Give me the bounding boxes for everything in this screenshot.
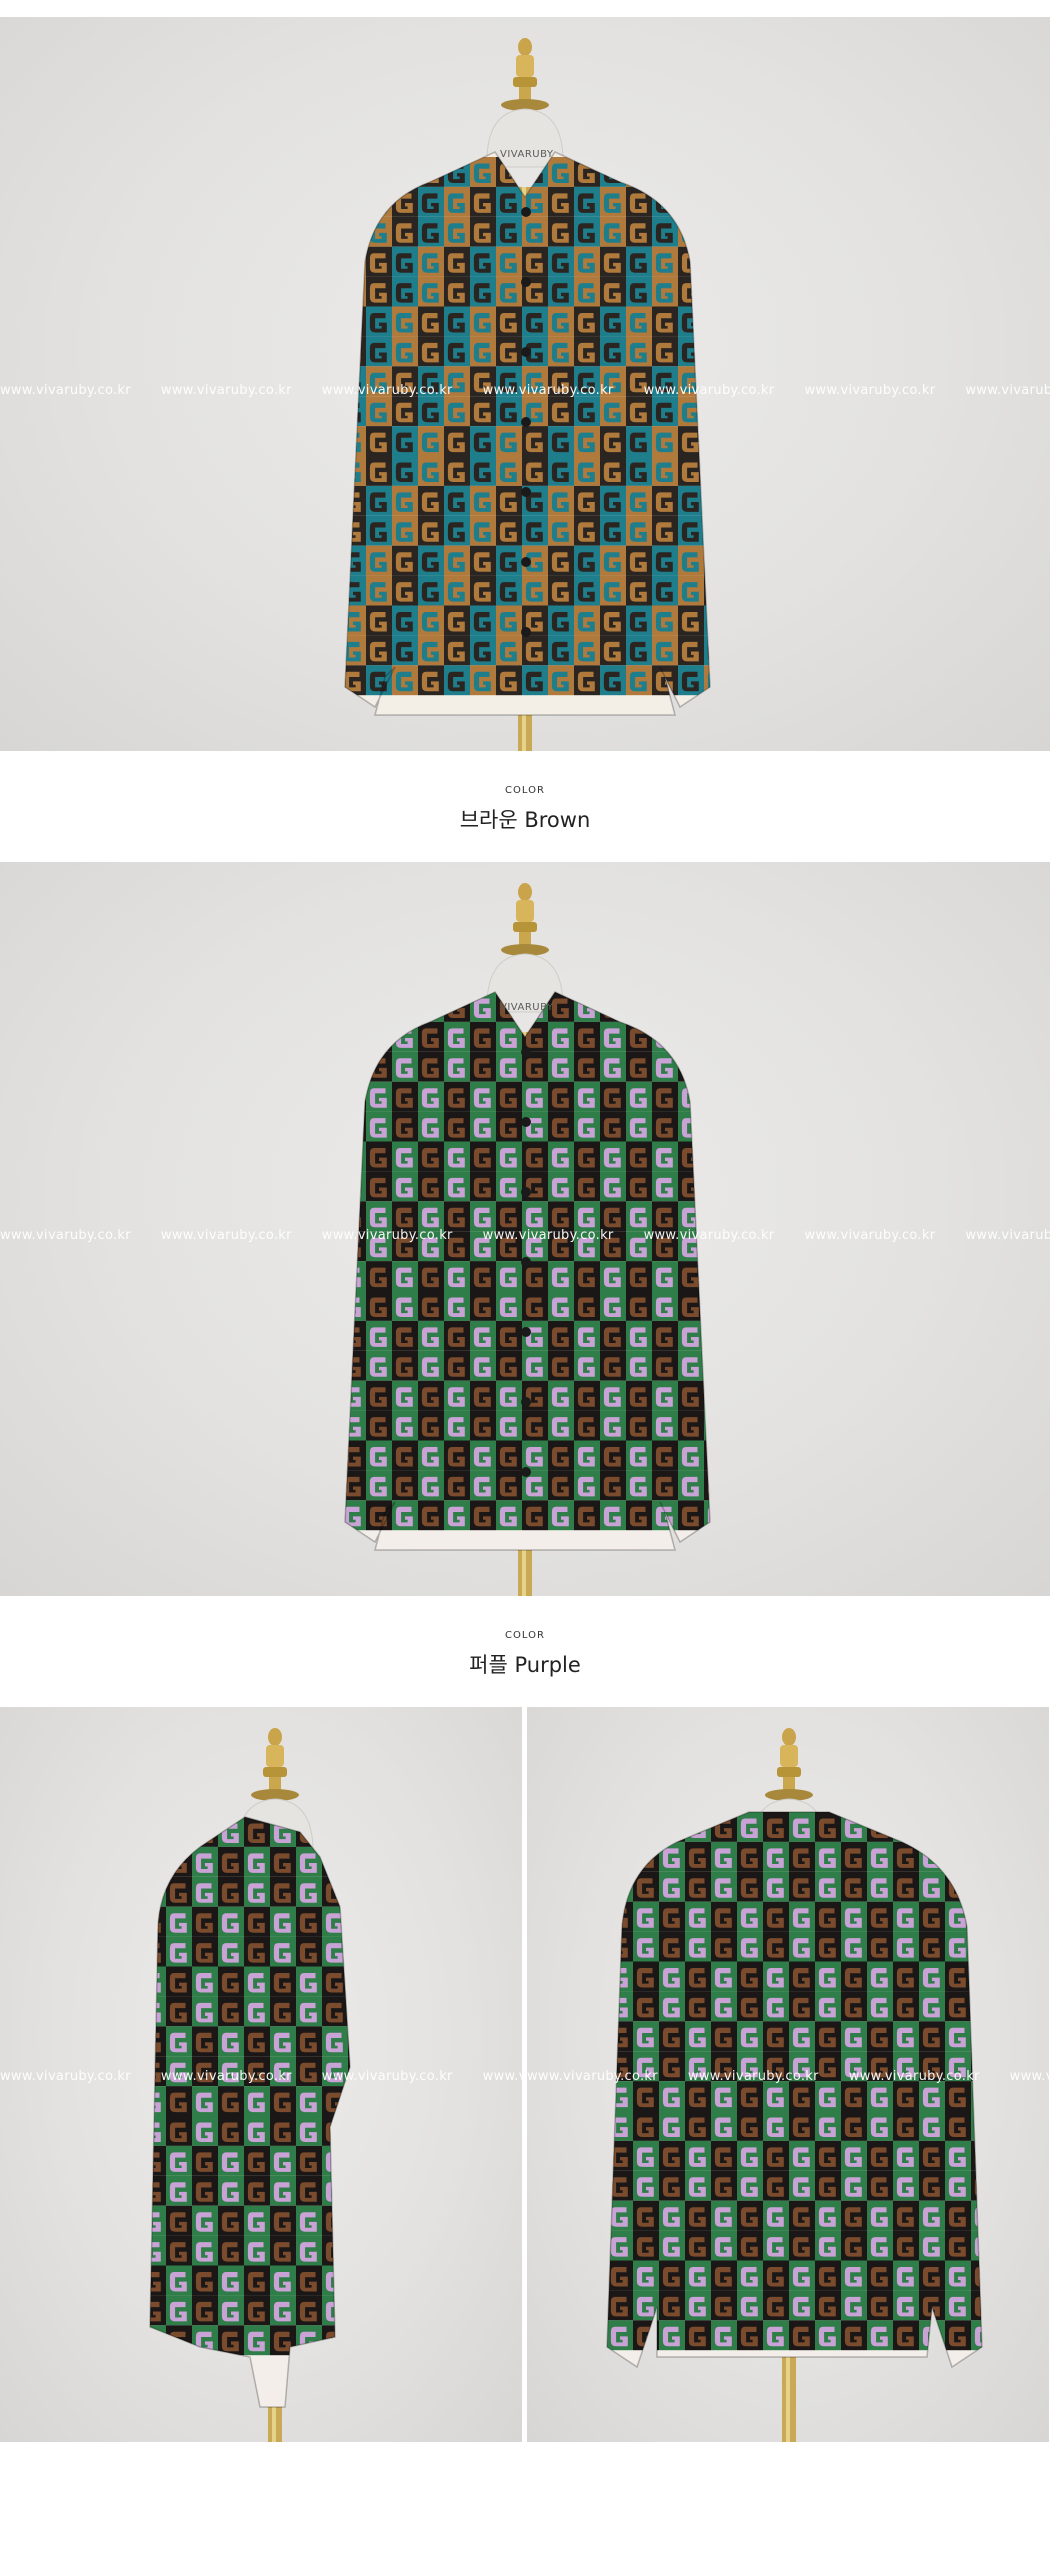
color-caption-brown: COLOR 브라운 Brown bbox=[0, 785, 1050, 834]
purple-blouse-back-photo: www.vivaruby.co.kr www.vivaruby.co.kr www.… bbox=[527, 1707, 1049, 2442]
color-caption-name: 브라운 Brown bbox=[459, 808, 591, 832]
purple-blouse-detail-photos: www.vivaruby.co.kr www.vivaruby.co.kr www.… bbox=[0, 1707, 1050, 2442]
watermark-row: www.vivaruby.co.kr www.vivaruby.co.kr www.… bbox=[527, 2069, 1049, 2084]
mannequin-brand-label: VIVARUBY bbox=[500, 1002, 554, 1013]
color-caption-name: 퍼플 Purple bbox=[469, 1653, 581, 1677]
product-detail-page: www.vivaruby.co.kr www.vivaruby.co.kr www.… bbox=[0, 0, 1050, 2557]
mannequin-brand-label: VIVARUBY bbox=[500, 149, 554, 160]
watermark-row: www.vivaruby.co.kr www.vivaruby.co.kr www.… bbox=[0, 1228, 1050, 1243]
purple-blouse-front-photo: www.vivaruby.co.kr www.vivaruby.co.kr www.… bbox=[0, 862, 1050, 1596]
color-caption-label: COLOR bbox=[505, 785, 545, 796]
watermark-row: www.vivaruby.co.kr www.vivaruby.co.kr www.… bbox=[0, 383, 1050, 398]
brown-blouse-front-photo: www.vivaruby.co.kr www.vivaruby.co.kr www.… bbox=[0, 17, 1050, 751]
color-caption-purple: COLOR 퍼플 Purple bbox=[0, 1630, 1050, 1679]
purple-blouse-side-photo: www.vivaruby.co.kr www.vivaruby.co.kr www.… bbox=[0, 1707, 522, 2442]
color-caption-label: COLOR bbox=[505, 1630, 545, 1641]
watermark-row: www.vivaruby.co.kr www.vivaruby.co.kr www.… bbox=[0, 2069, 522, 2084]
